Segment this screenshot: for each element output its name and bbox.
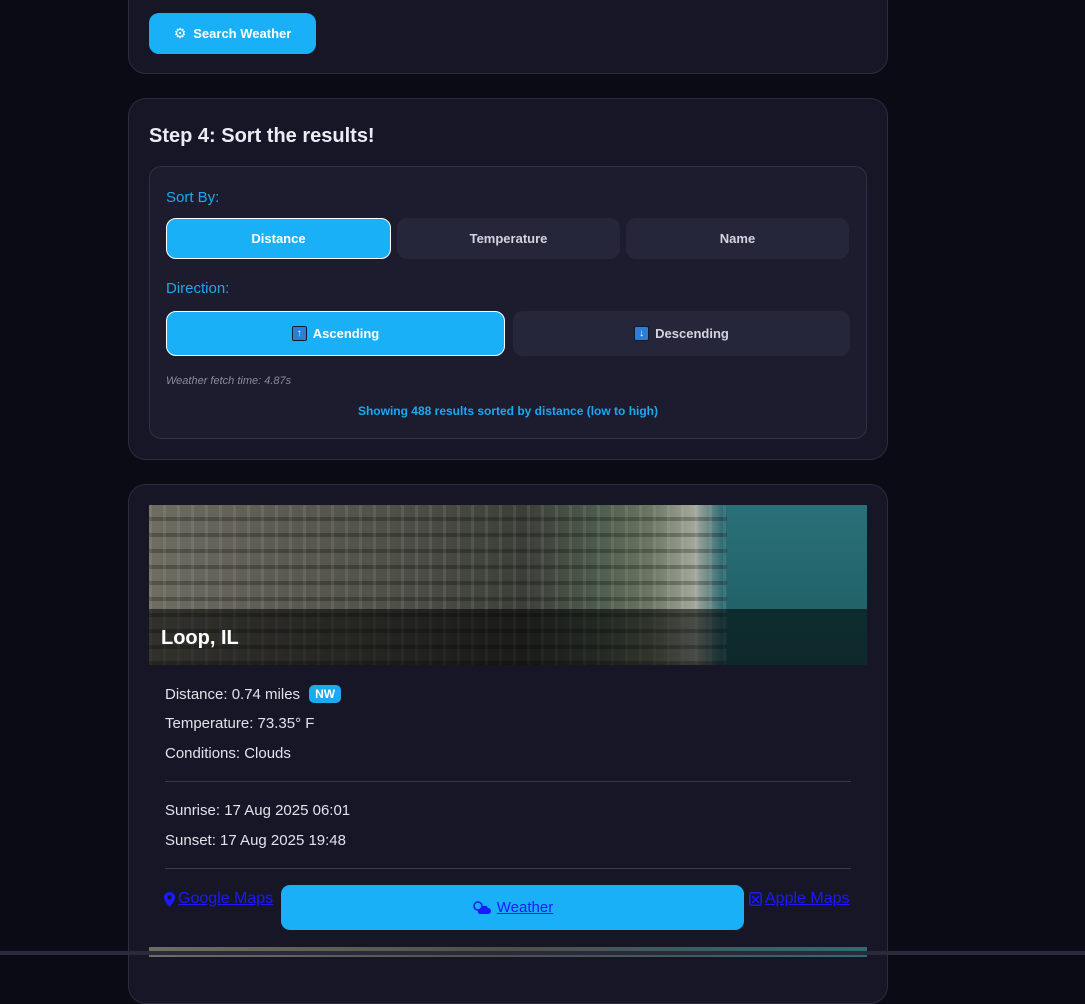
sort-card: Step 4: Sort the results! Sort By: Dista… bbox=[128, 98, 888, 460]
search-card: ⚙ Search Weather bbox=[128, 0, 888, 74]
step-title: Step 4: Sort the results! bbox=[149, 125, 375, 147]
google-maps-label: Google Maps bbox=[178, 890, 274, 907]
up-arrow-icon: ↑ bbox=[291, 326, 307, 341]
map-square-icon bbox=[749, 892, 762, 906]
sort-distance-button[interactable]: Distance bbox=[166, 218, 391, 259]
apple-maps-link[interactable]: Apple Maps bbox=[749, 890, 850, 908]
divider bbox=[165, 781, 851, 782]
gear-icon: ⚙ bbox=[173, 25, 187, 41]
location-name: Loop, IL bbox=[161, 627, 239, 649]
weather-button[interactable]: Weather bbox=[281, 885, 744, 930]
sort-panel: Sort By: Distance Temperature Name Direc… bbox=[149, 166, 867, 439]
direction-badge: NW bbox=[309, 685, 342, 703]
weather-label: Weather bbox=[496, 899, 554, 916]
image-caption-overlay bbox=[149, 609, 867, 665]
distance-text: Distance: 0.74 miles bbox=[165, 685, 301, 703]
divider bbox=[165, 868, 851, 869]
satellite-image: Loop, IL bbox=[149, 505, 867, 665]
sunrise-text: Sunrise: 17 Aug 2025 06:01 bbox=[165, 802, 351, 819]
direction-label: Direction: bbox=[166, 280, 230, 297]
conditions-text: Conditions: Clouds bbox=[165, 745, 291, 762]
cloud-sun-icon bbox=[472, 901, 491, 914]
horizontal-scrollbar[interactable] bbox=[0, 951, 1085, 955]
search-weather-button[interactable]: ⚙ Search Weather bbox=[149, 13, 316, 54]
ascending-button[interactable]: ↑ Ascending bbox=[166, 311, 505, 356]
sunset-text: Sunset: 17 Aug 2025 19:48 bbox=[165, 832, 346, 849]
descending-button[interactable]: ↓ Descending bbox=[513, 311, 850, 356]
descending-label: Descending bbox=[655, 326, 729, 341]
result-card: Loop, IL Distance: 0.74 miles NW Tempera… bbox=[128, 484, 888, 1004]
google-maps-link[interactable]: Google Maps bbox=[164, 890, 273, 908]
sort-name-button[interactable]: Name bbox=[626, 218, 849, 259]
map-pin-icon bbox=[164, 891, 175, 907]
search-weather-label: Search Weather bbox=[193, 26, 292, 41]
down-arrow-icon: ↓ bbox=[634, 326, 650, 341]
ascending-label: Ascending bbox=[312, 326, 380, 341]
sort-name-label: Name bbox=[719, 231, 756, 246]
sort-by-label: Sort By: bbox=[166, 189, 220, 206]
temperature-text: Temperature: 73.35° F bbox=[165, 715, 315, 732]
sort-temperature-label: Temperature bbox=[469, 231, 548, 246]
fetch-time-text: Weather fetch time: 4.87s bbox=[166, 375, 292, 387]
distance-row: Distance: 0.74 miles NW bbox=[165, 685, 342, 703]
apple-maps-label: Apple Maps bbox=[765, 890, 850, 907]
results-summary: Showing 488 results sorted by distance (… bbox=[357, 404, 659, 418]
sort-distance-label: Distance bbox=[251, 231, 306, 246]
sort-temperature-button[interactable]: Temperature bbox=[397, 218, 620, 259]
